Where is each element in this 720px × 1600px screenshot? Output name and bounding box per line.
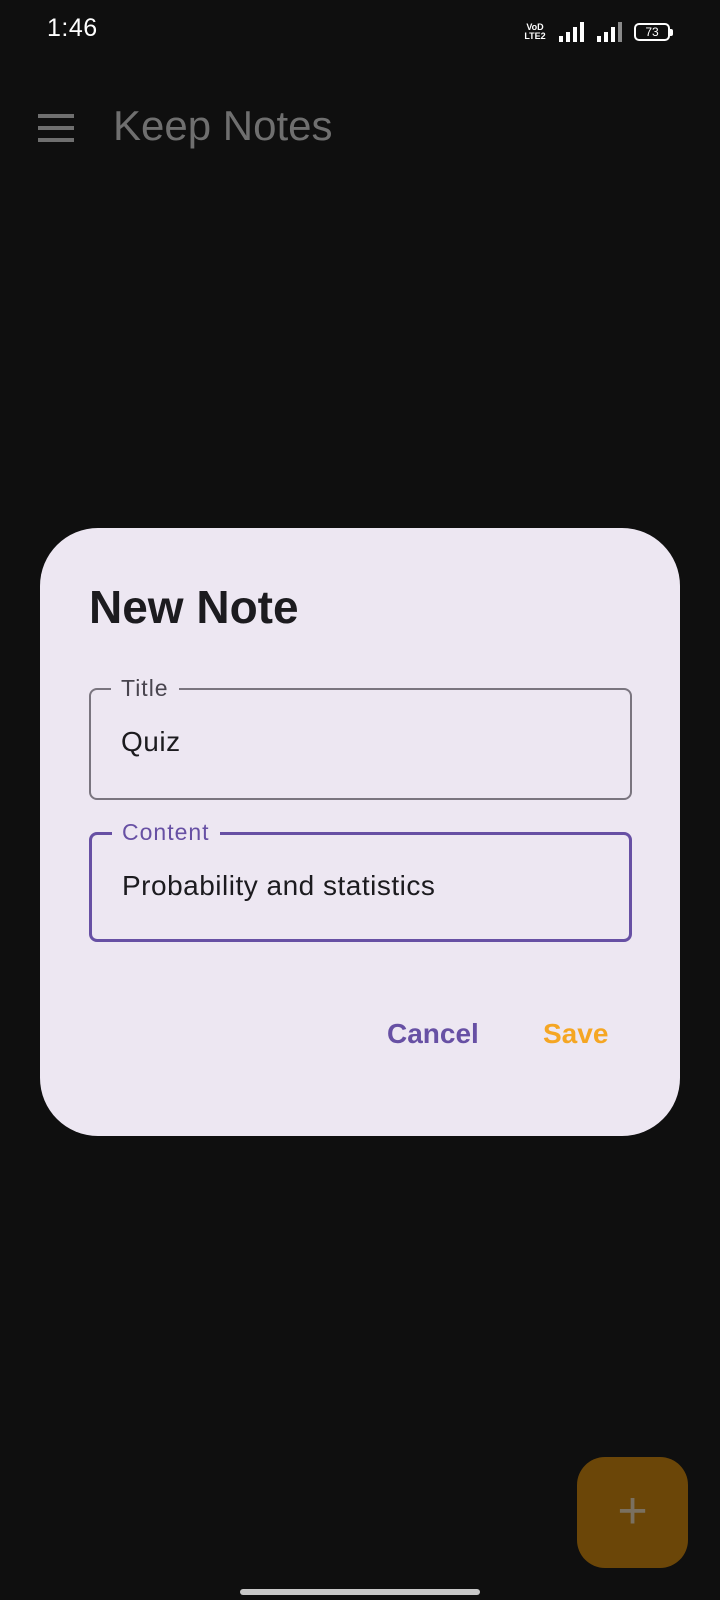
signal-strength-icon <box>559 22 584 42</box>
dialog-title: New Note <box>89 581 299 633</box>
status-time: 1:46 <box>47 14 98 42</box>
screen: 1:46 VoD LTE2 73 Keep Notes New Note Tit… <box>0 0 720 1600</box>
content-field-label: Content <box>112 819 220 846</box>
hamburger-menu-icon[interactable] <box>38 114 74 142</box>
home-indicator[interactable] <box>240 1589 480 1595</box>
save-button[interactable]: Save <box>543 1018 608 1050</box>
cancel-button[interactable]: Cancel <box>387 1018 479 1050</box>
volte-icon: VoD LTE2 <box>524 22 546 41</box>
battery-icon: 73 <box>634 23 673 41</box>
title-field[interactable]: Title Quiz <box>89 675 632 800</box>
app-title: Keep Notes <box>113 102 333 149</box>
status-bar: 1:46 VoD LTE2 73 <box>0 0 720 64</box>
title-field-value[interactable]: Quiz <box>121 726 181 758</box>
plus-icon: + <box>617 1481 648 1540</box>
content-field-value[interactable]: Probability and statistics <box>122 870 435 902</box>
status-icons: VoD LTE2 73 <box>522 18 674 46</box>
content-field[interactable]: Content Probability and statistics <box>89 819 632 942</box>
top-app-bar: Keep Notes <box>0 88 720 168</box>
add-note-button[interactable]: + <box>577 1457 688 1568</box>
signal-strength-2-icon <box>597 22 622 42</box>
new-note-dialog: New Note Title Quiz Content Probability … <box>40 528 680 1136</box>
title-field-label: Title <box>111 675 179 702</box>
